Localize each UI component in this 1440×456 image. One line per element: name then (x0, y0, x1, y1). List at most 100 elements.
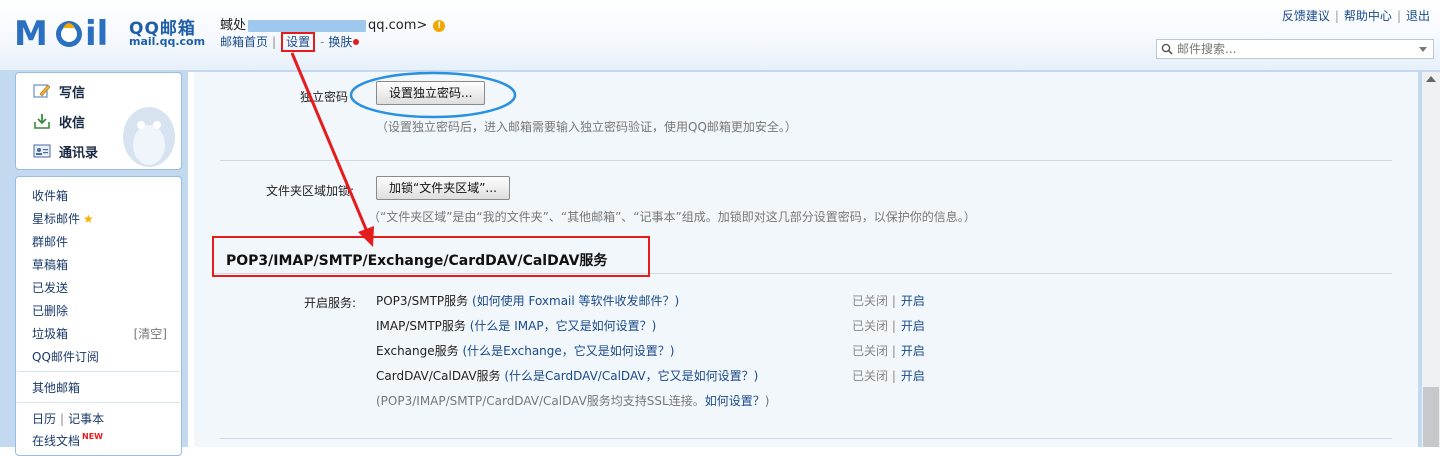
service-row-exchange: Exchange服务 (什么是Exchange，它又是如何设置？) (376, 342, 674, 359)
status-separator: | (891, 294, 896, 308)
section-divider (220, 160, 1392, 161)
calendar-separator: | (60, 412, 65, 426)
folder-sent[interactable]: 已发送 (32, 279, 68, 296)
account-email-suffix: qq.com> (368, 18, 428, 33)
account-name: 蜮处 (220, 18, 247, 33)
folder-group[interactable]: 群邮件 (32, 233, 68, 250)
enable-carddav-link[interactable]: 开启 (901, 369, 925, 383)
service-row-pop3: POP3/SMTP服务 (如何使用 Foxmail 等软件收发邮件？) (376, 292, 679, 309)
nav-settings[interactable]: 设置 (281, 32, 316, 52)
nav-dash: - (320, 34, 325, 49)
service-name: POP3/SMTP服务 (376, 294, 469, 308)
independent-password-hint: （设置独立密码后，进入邮箱需要输入独立密码验证，使用QQ邮箱更加安全。） (376, 120, 797, 134)
online-docs-label: 在线文档 (32, 434, 81, 448)
folder-list: 收件箱 星标邮件 ★ 群邮件 草稿箱 已发送 已删除 垃圾箱 [清空] QQ邮件订阅… (15, 176, 182, 456)
enable-pop3-link[interactable]: 开启 (901, 294, 925, 308)
help-link[interactable]: 帮助中心 (1344, 9, 1392, 23)
top-nav: 邮箱首页 | 设置 - 换肤 (220, 32, 360, 52)
contacts-label: 通讯录 (59, 145, 99, 161)
ssl-note: (POP3/IMAP/SMTP/CardDAV/CalDAV服务均支持SSL连接… (376, 392, 769, 409)
vertical-scrollbar[interactable] (1422, 72, 1440, 447)
folder-divider (17, 371, 180, 372)
enable-services-label: 开启服务: (303, 296, 356, 310)
compose-label: 写信 (59, 85, 86, 101)
compose-pencil-icon (33, 84, 51, 98)
search-icon (1161, 43, 1173, 55)
ssl-note-text: (POP3/IMAP/SMTP/CardDAV/CalDAV服务均支持SSL连接… (376, 394, 705, 408)
scroll-up-arrow-icon[interactable] (1426, 76, 1436, 82)
service-name: CardDAV/CalDAV服务 (376, 369, 501, 383)
folder-starred-label: 星标邮件 (32, 212, 81, 226)
status-closed: 已关闭 (852, 369, 889, 383)
top-links: 反馈建议 | 帮助中心 | 退出 (1282, 7, 1430, 24)
brand-url: mail.qq.com (129, 35, 206, 48)
status-closed: 已关闭 (852, 344, 889, 358)
folder-starred[interactable]: 星标邮件 ★ (32, 210, 94, 227)
enable-exchange-link[interactable]: 开启 (901, 344, 925, 358)
compose-button[interactable]: 写信 (33, 79, 85, 103)
folder-inbox[interactable]: 收件箱 (32, 187, 68, 204)
lock-folder-area-button[interactable]: 加锁“文件夹区域”... (376, 176, 510, 200)
contacts-card-icon (33, 144, 51, 158)
ssl-note-close: ) (764, 394, 770, 408)
service-status-exchange: 已关闭 | 开启 (852, 342, 925, 359)
new-dot-icon (353, 38, 360, 45)
service-name: IMAP/SMTP服务 (376, 319, 466, 333)
status-separator: | (891, 319, 896, 333)
svg-text:M: M (14, 14, 48, 52)
service-name: Exchange服务 (376, 344, 459, 358)
notes-link[interactable]: 记事本 (68, 412, 104, 426)
folder-other-mailboxes[interactable]: 其他邮箱 (32, 379, 80, 396)
service-status-imap: 已关闭 | 开启 (852, 317, 925, 334)
star-icon: ★ (83, 212, 94, 226)
mail-search-box[interactable] (1156, 39, 1434, 59)
chevron-down-icon[interactable] (1419, 47, 1427, 52)
sidebar-actions: 写信 收信 通讯录 (15, 72, 182, 170)
qq-mail-logo[interactable]: M il (14, 12, 124, 52)
service-help-link[interactable]: (如何使用 Foxmail 等软件收发邮件？) (472, 294, 679, 308)
service-row-imap: IMAP/SMTP服务 (什么是 IMAP，它又是如何设置？) (376, 317, 656, 334)
nav-mail-home[interactable]: 邮箱首页 (220, 35, 268, 49)
status-separator: | (891, 369, 896, 383)
section-divider (212, 273, 1392, 274)
online-docs-link[interactable]: 在线文档 NEW (32, 432, 103, 449)
check-mail-button[interactable]: 收信 (33, 109, 85, 133)
service-status-carddav: 已关闭 | 开启 (852, 367, 925, 384)
enable-imap-link[interactable]: 开启 (901, 319, 925, 333)
feedback-link[interactable]: 反馈建议 (1282, 9, 1330, 23)
services-section-title: POP3/IMAP/SMTP/Exchange/CardDAV/CalDAV服务 (226, 253, 608, 269)
toplinks-separator: | (1334, 9, 1339, 23)
account-info: 蜮处 qq.com>! (220, 14, 446, 33)
svg-text:il: il (85, 14, 108, 52)
calendar-link[interactable]: 日历 (32, 412, 56, 426)
ssl-howto-link[interactable]: 如何设置？ (705, 394, 765, 408)
calendar-notes-row: 日历 | 记事本 (32, 410, 104, 427)
clear-spam-link[interactable]: [清空] (134, 325, 167, 342)
nav-separator: | (272, 34, 277, 49)
service-help-link[interactable]: (什么是CardDAV/CalDAV，它又是如何设置？) (504, 369, 758, 383)
contacts-button[interactable]: 通讯录 (33, 139, 98, 163)
logout-link[interactable]: 退出 (1406, 9, 1430, 23)
warning-icon[interactable]: ! (433, 19, 446, 32)
service-status-pop3: 已关闭 | 开启 (852, 292, 925, 309)
folder-spam[interactable]: 垃圾箱 [清空] (32, 325, 175, 342)
folder-deleted[interactable]: 已删除 (32, 302, 68, 319)
check-mail-label: 收信 (59, 115, 86, 131)
scrollbar-thumb[interactable] (1423, 387, 1439, 447)
independent-password-label: 独立密码 (299, 90, 348, 104)
set-independent-password-button[interactable]: 设置独立密码... (376, 81, 486, 105)
service-help-link[interactable]: (什么是Exchange，它又是如何设置？) (462, 344, 674, 358)
service-help-link[interactable]: (什么是 IMAP，它又是如何设置？) (470, 319, 657, 333)
folder-drafts[interactable]: 草稿箱 (32, 256, 68, 273)
nav-skin[interactable]: 换肤 (328, 35, 352, 49)
folder-lock-label: 文件夹区域加锁: (265, 184, 354, 198)
redacted-email (248, 19, 367, 32)
section-divider (220, 438, 1392, 439)
search-input[interactable] (1177, 41, 1407, 57)
status-closed: 已关闭 (852, 294, 889, 308)
header: M il QQ邮箱 mail.qq.com 蜮处 qq.com>! 邮箱首页 | 设置… (0, 0, 1440, 70)
folder-subscriptions[interactable]: QQ邮件订阅 (32, 348, 99, 365)
status-separator: | (891, 344, 896, 358)
new-badge: NEW (82, 432, 103, 441)
folder-divider (17, 402, 180, 403)
